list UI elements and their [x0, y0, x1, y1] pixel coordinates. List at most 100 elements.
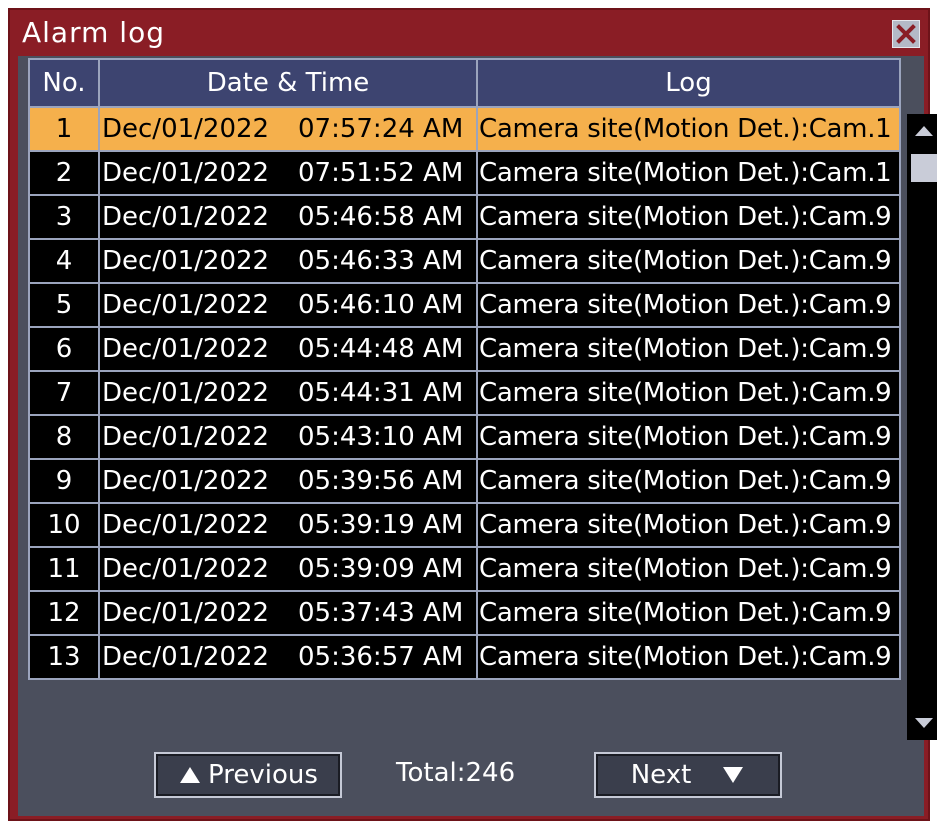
cell-log: Camera site(Motion Det.):Cam.9 — [476, 458, 901, 504]
cell-log: Camera site(Motion Det.):Cam.9 — [476, 194, 901, 240]
cell-date-time: Dec/01/2022 05:46:33 AM — [98, 238, 478, 284]
cell-date-time: Dec/01/2022 05:39:09 AM — [98, 546, 478, 592]
cell-date-time: Dec/01/2022 05:37:43 AM — [98, 590, 478, 636]
cell-date: Dec/01/2022 — [102, 158, 270, 188]
total-count: Total:246 — [396, 758, 516, 788]
cell-log: Camera site(Motion Det.):Cam.1 — [476, 106, 901, 152]
cell-no: 13 — [28, 634, 100, 680]
footer-bar: Previous Total:246 Next — [18, 752, 924, 812]
cell-time: 05:44:31 AM — [298, 378, 464, 408]
close-button[interactable] — [892, 20, 920, 48]
cell-date-time: Dec/01/2022 05:46:10 AM — [98, 282, 478, 328]
cell-time: 05:43:10 AM — [298, 422, 464, 452]
cell-no: 6 — [28, 326, 100, 372]
scroll-up-button[interactable] — [907, 114, 937, 150]
cell-time: 05:46:33 AM — [298, 246, 464, 276]
cell-date: Dec/01/2022 — [102, 642, 270, 672]
cell-no: 11 — [28, 546, 100, 592]
previous-label: Previous — [208, 760, 318, 790]
close-icon — [896, 24, 916, 44]
log-panel: No. Date & Time Log 1 Dec/01/2022 07:57:24… — [18, 56, 937, 816]
next-label: Next — [630, 760, 692, 790]
table-row[interactable]: 10 Dec/01/2022 05:39:19 AM Camera site(Moti… — [28, 502, 901, 548]
cell-date: Dec/01/2022 — [102, 510, 270, 540]
cell-no: 7 — [28, 370, 100, 416]
scrollbar[interactable] — [907, 114, 937, 740]
table-row[interactable]: 2 Dec/01/2022 07:51:52 AM Camera site(Motio… — [28, 150, 901, 196]
cell-date: Dec/01/2022 — [102, 334, 270, 364]
header-log[interactable]: Log — [476, 58, 901, 108]
cell-date-time: Dec/01/2022 05:36:57 AM — [98, 634, 478, 680]
triangle-up-icon — [180, 767, 201, 783]
cell-no: 5 — [28, 282, 100, 328]
cell-no: 12 — [28, 590, 100, 636]
cell-no: 2 — [28, 150, 100, 196]
cell-date: Dec/01/2022 — [102, 202, 270, 232]
cell-log: Camera site(Motion Det.):Cam.9 — [476, 238, 901, 284]
cell-date: Dec/01/2022 — [102, 378, 270, 408]
table-row[interactable]: 7 Dec/01/2022 05:44:31 AM Camera site(Motio… — [28, 370, 901, 416]
table-row[interactable]: 11 Dec/01/2022 05:39:09 AM Camera site(Moti… — [28, 546, 901, 592]
table-header-row: No. Date & Time Log — [28, 58, 901, 108]
cell-log: Camera site(Motion Det.):Cam.9 — [476, 326, 901, 372]
cell-time: 05:46:58 AM — [298, 202, 464, 232]
cell-time: 05:37:43 AM — [298, 598, 464, 628]
next-button[interactable]: Next — [594, 752, 782, 798]
cell-date-time: Dec/01/2022 05:46:58 AM — [98, 194, 478, 240]
scroll-up-icon — [915, 126, 933, 136]
cell-date-time: Dec/01/2022 05:39:19 AM — [98, 502, 478, 548]
cell-date: Dec/01/2022 — [102, 290, 270, 320]
title-bar: Alarm log — [10, 10, 928, 56]
cell-log: Camera site(Motion Det.):Cam.1 — [476, 150, 901, 196]
table-row[interactable]: 12 Dec/01/2022 05:37:43 AM Camera site(Moti… — [28, 590, 901, 636]
cell-date-time: Dec/01/2022 05:43:10 AM — [98, 414, 478, 460]
table-row[interactable]: 9 Dec/01/2022 05:39:56 AM Camera site(Motio… — [28, 458, 901, 504]
triangle-down-icon — [723, 767, 744, 783]
table-row[interactable]: 6 Dec/01/2022 05:44:48 AM Camera site(Motio… — [28, 326, 901, 372]
cell-log: Camera site(Motion Det.):Cam.9 — [476, 546, 901, 592]
cell-log: Camera site(Motion Det.):Cam.9 — [476, 502, 901, 548]
cell-log: Camera site(Motion Det.):Cam.9 — [476, 282, 901, 328]
table-row[interactable]: 3 Dec/01/2022 05:46:58 AM Camera site(Motio… — [28, 194, 901, 240]
cell-date: Dec/01/2022 — [102, 466, 270, 496]
cell-time: 05:39:19 AM — [298, 510, 464, 540]
scroll-down-icon — [915, 718, 933, 728]
scroll-thumb[interactable] — [911, 154, 937, 182]
cell-time: 05:36:57 AM — [298, 642, 464, 672]
cell-date: Dec/01/2022 — [102, 598, 270, 628]
alarm-log-window: Alarm log No. Date & Time Log 1 Dec/01/20… — [8, 8, 937, 821]
cell-no: 3 — [28, 194, 100, 240]
cell-time: 05:44:48 AM — [298, 334, 464, 364]
cell-log: Camera site(Motion Det.):Cam.9 — [476, 590, 901, 636]
cell-log: Camera site(Motion Det.):Cam.9 — [476, 634, 901, 680]
cell-date: Dec/01/2022 — [102, 246, 270, 276]
table-row[interactable]: 1 Dec/01/2022 07:57:24 AM Camera site(Motio… — [28, 106, 901, 152]
table-row[interactable]: 8 Dec/01/2022 05:43:10 AM Camera site(Motio… — [28, 414, 901, 460]
cell-date: Dec/01/2022 — [102, 554, 270, 584]
table-row[interactable]: 5 Dec/01/2022 05:46:10 AM Camera site(Motio… — [28, 282, 901, 328]
table-row[interactable]: 13 Dec/01/2022 05:36:57 AM Camera site(Moti… — [28, 634, 901, 680]
cell-date-time: Dec/01/2022 05:44:31 AM — [98, 370, 478, 416]
cell-log: Camera site(Motion Det.):Cam.9 — [476, 414, 901, 460]
cell-no: 1 — [28, 106, 100, 152]
cell-time: 07:57:24 AM — [298, 114, 464, 144]
scroll-down-button[interactable] — [907, 704, 937, 740]
previous-button[interactable]: Previous — [154, 752, 342, 798]
cell-time: 05:39:56 AM — [298, 466, 464, 496]
cell-time: 05:39:09 AM — [298, 554, 464, 584]
cell-date: Dec/01/2022 — [102, 114, 270, 144]
cell-no: 4 — [28, 238, 100, 284]
cell-date-time: Dec/01/2022 05:39:56 AM — [98, 458, 478, 504]
cell-no: 8 — [28, 414, 100, 460]
header-no[interactable]: No. — [28, 58, 100, 108]
cell-date-time: Dec/01/2022 05:44:48 AM — [98, 326, 478, 372]
cell-date-time: Dec/01/2022 07:57:24 AM — [98, 106, 478, 152]
cell-time: 07:51:52 AM — [298, 158, 464, 188]
header-date-time[interactable]: Date & Time — [98, 58, 478, 108]
cell-date-time: Dec/01/2022 07:51:52 AM — [98, 150, 478, 196]
table-row[interactable]: 4 Dec/01/2022 05:46:33 AM Camera site(Motio… — [28, 238, 901, 284]
cell-date: Dec/01/2022 — [102, 422, 270, 452]
cell-log: Camera site(Motion Det.):Cam.9 — [476, 370, 901, 416]
window-title: Alarm log — [22, 16, 165, 49]
cell-time: 05:46:10 AM — [298, 290, 464, 320]
